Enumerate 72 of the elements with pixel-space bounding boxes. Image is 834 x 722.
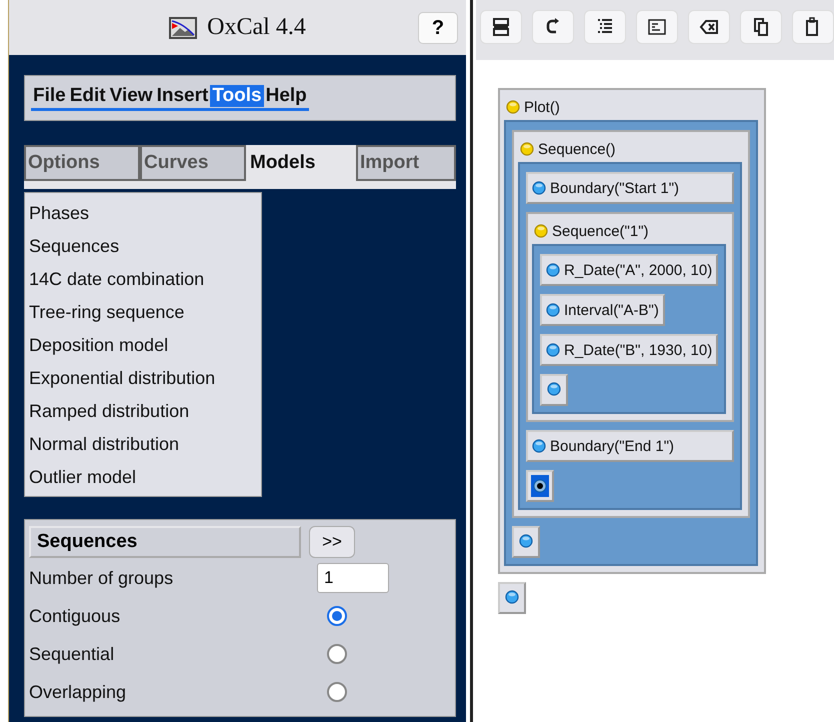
node-label: R_Date("A", 2000, 10) [564, 262, 712, 278]
field-label: Number of groups [29, 568, 174, 588]
menu-item[interactable]: Edit [68, 85, 108, 107]
radio-button[interactable] [327, 606, 347, 626]
node-label: R_Date("B", 1930, 10) [564, 342, 712, 358]
model-list-item[interactable]: Phases [29, 197, 261, 230]
node-label: Boundary("Start 1") [550, 180, 680, 196]
model-list-item[interactable]: Sequences [29, 230, 261, 263]
toolbar-button[interactable] [584, 10, 626, 44]
selected-dot-icon [533, 479, 547, 493]
copy-icon [751, 17, 771, 37]
menu-item[interactable]: Help [264, 85, 309, 107]
item-dot-icon[interactable] [532, 439, 546, 453]
node-label: Sequence("1") [552, 222, 649, 240]
toolbar-button[interactable] [480, 10, 522, 44]
item-dot-icon[interactable] [546, 303, 560, 317]
group-node[interactable]: Plot() Sequence() Boundary("Start 1") Sequence("1") R_Date("A", 2000, 10) Interval("A-B") R_Date("B", 1930, 10) Boundary("End 1") [498, 88, 766, 574]
toolbar-button[interactable] [688, 10, 730, 44]
item-dot-icon[interactable] [546, 263, 560, 277]
item-dot-icon[interactable] [505, 590, 519, 604]
tab[interactable]: Curves [140, 145, 246, 181]
radio-button[interactable] [327, 644, 347, 664]
layout-icon [491, 17, 511, 37]
radio-label: Overlapping [29, 682, 128, 702]
menu-item[interactable]: View [108, 85, 155, 107]
app-title: OxCal 4.4 [207, 14, 306, 41]
panel-title: Sequences [29, 526, 301, 558]
tab[interactable]: Import [356, 145, 456, 181]
item-node[interactable]: R_Date("B", 1930, 10) [540, 334, 718, 366]
expand-button[interactable]: >> [309, 526, 355, 558]
toolbar-button[interactable] [636, 10, 678, 44]
node-label: Interval("A-B") [564, 302, 659, 318]
tab[interactable]: Models [246, 145, 356, 181]
node-dot-icon[interactable] [506, 100, 520, 114]
item-node[interactable]: Boundary("End 1") [526, 430, 734, 462]
item-node[interactable]: Boundary("Start 1") [526, 172, 734, 204]
model-list-item[interactable]: Tree-ring sequence [29, 296, 261, 329]
node-dot-icon[interactable] [520, 142, 534, 156]
item-dot-icon[interactable] [546, 343, 560, 357]
menu-item[interactable]: Insert [154, 85, 210, 107]
node-dot-icon[interactable] [534, 224, 548, 238]
backspace-icon [699, 17, 719, 37]
item-node[interactable]: Interval("A-B") [540, 294, 665, 326]
radio-label: Sequential [29, 644, 116, 664]
node-label: Sequence() [538, 140, 616, 158]
item-dot-icon[interactable] [532, 181, 546, 195]
model-list-item[interactable]: Outlier model [29, 461, 261, 494]
model-list-item[interactable]: Normal distribution [29, 428, 261, 461]
model-list-item[interactable]: Exponential distribution [29, 362, 261, 395]
node-label: Plot() [524, 98, 560, 116]
item-dot-icon[interactable] [519, 534, 533, 548]
group-node[interactable]: Sequence() Boundary("Start 1") Sequence("1") R_Date("A", 2000, 10) Interval("A-B") R_Date("B", 1930, 10) Boundary("End 1") [512, 130, 750, 518]
insert-slot[interactable] [526, 470, 554, 502]
tab[interactable]: Options [24, 145, 140, 181]
app-logo-icon [169, 16, 198, 38]
model-list-item[interactable]: 14C date combination [29, 263, 261, 296]
radio-button[interactable] [327, 682, 347, 702]
item-node[interactable]: R_Date("A", 2000, 10) [540, 254, 718, 286]
form-icon [647, 17, 667, 37]
item-dot-icon[interactable] [547, 382, 561, 396]
number-field[interactable]: 1 [317, 563, 389, 593]
help-button[interactable]: ? [418, 12, 458, 44]
group-node[interactable]: Sequence("1") R_Date("A", 2000, 10) Interval("A-B") R_Date("B", 1930, 10) [526, 212, 734, 422]
toolbar-button[interactable] [532, 10, 574, 44]
model-list-item[interactable]: Deposition model [29, 329, 261, 362]
toolbar-button[interactable] [740, 10, 782, 44]
model-list-item[interactable]: Ramped distribution [29, 395, 261, 428]
radio-label: Contiguous [29, 606, 122, 626]
toolbar-button[interactable] [792, 10, 834, 44]
menu-item[interactable]: File [31, 85, 68, 107]
node-label: Boundary("End 1") [550, 438, 674, 454]
menu-item[interactable]: Tools [210, 85, 264, 107]
